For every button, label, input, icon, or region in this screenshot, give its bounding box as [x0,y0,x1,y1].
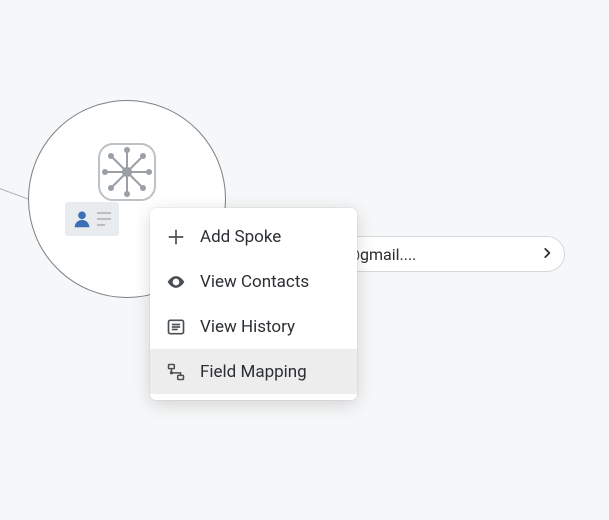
menu-item-field-mapping[interactable]: Field Mapping [150,349,357,394]
list-icon [166,317,186,337]
menu-item-view-contacts[interactable]: View Contacts [150,259,357,304]
chevron-right-icon [540,245,554,264]
eye-icon [166,272,186,292]
hub-network-icon [95,140,159,204]
menu-item-label: View Contacts [200,272,309,292]
contact-card-icon [65,202,119,236]
graph-canvas[interactable]: Spot-fpseggo@gmail.... Add Spoke View Co… [0,0,609,520]
menu-item-view-history[interactable]: View History [150,304,357,349]
menu-item-add-spoke[interactable]: Add Spoke [150,214,357,259]
menu-item-label: Add Spoke [200,227,281,247]
plus-icon [166,227,186,247]
menu-item-label: View History [200,317,295,337]
menu-item-label: Field Mapping [200,362,307,382]
context-menu: Add Spoke View Contacts View History Fie… [150,208,357,400]
mapping-icon [166,362,186,382]
